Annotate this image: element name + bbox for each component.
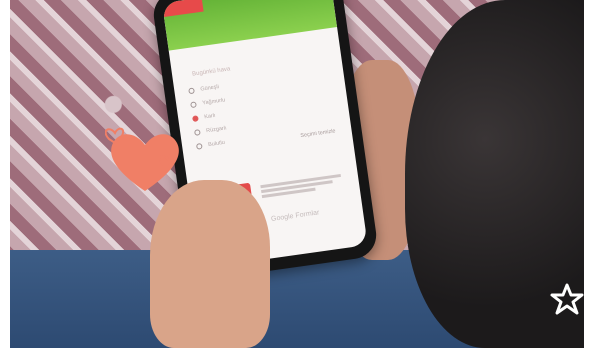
- radio-icon[interactable]: [195, 142, 203, 150]
- google-forms-brand: Google Formlar: [270, 209, 320, 224]
- option-2[interactable]: Yağmurlu: [190, 97, 226, 109]
- radio-icon[interactable]: [190, 101, 197, 109]
- left-hand: [150, 180, 270, 348]
- option-label: Yağmurlu: [201, 97, 226, 107]
- question-title: Bugünkü hava: [191, 66, 231, 78]
- option-4[interactable]: Rüzgarlı: [193, 125, 227, 136]
- option-5[interactable]: Bulutlu: [195, 139, 226, 150]
- clear-selection-link[interactable]: Seçimi temizle: [300, 128, 336, 139]
- photo-scene: Bugünkü hava Güneşli Yağmurlu Karlı Rüzg…: [10, 0, 584, 348]
- radio-icon[interactable]: [193, 129, 201, 136]
- option-label: Güneşli: [200, 84, 220, 93]
- option-label: Karlı: [203, 112, 216, 121]
- radio-selected-icon[interactable]: [192, 115, 199, 123]
- option-label: Bulutlu: [207, 139, 226, 149]
- heart-sticker-icon: [105, 127, 179, 191]
- option-3[interactable]: Karlı: [192, 112, 216, 123]
- radio-icon[interactable]: [188, 87, 195, 95]
- footer-disclaimer: [260, 171, 351, 200]
- option-1[interactable]: Güneşli: [188, 84, 220, 95]
- star-logo-icon: [550, 283, 584, 315]
- option-label: Rüzgarlı: [205, 125, 227, 135]
